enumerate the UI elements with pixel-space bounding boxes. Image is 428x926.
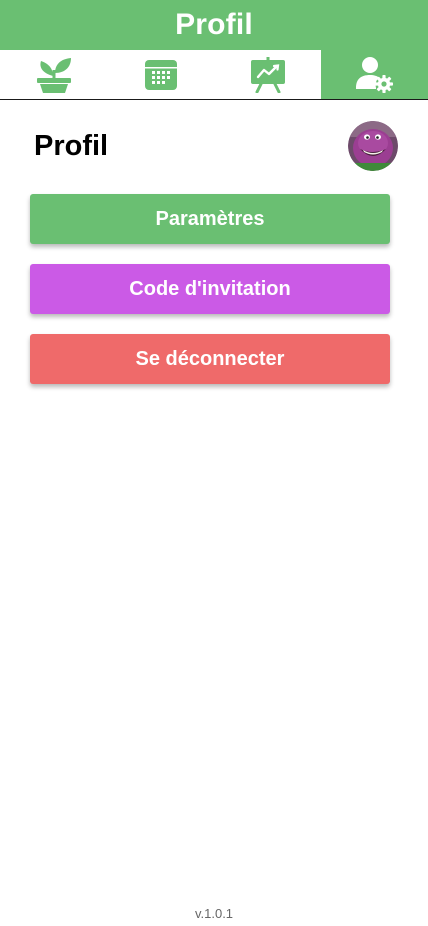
calendar-icon	[144, 59, 177, 90]
app-version: v.1.0.1	[194, 906, 234, 921]
logout-button[interactable]: Se déconnecter	[30, 334, 390, 384]
invite-code-button[interactable]: Code d'invitation	[30, 264, 390, 314]
tab-stats[interactable]	[214, 50, 321, 99]
user-settings-icon	[355, 56, 393, 93]
app-header: Profil	[0, 0, 428, 50]
tab-bar	[0, 50, 428, 100]
tab-calendar[interactable]	[107, 50, 214, 99]
tab-profile[interactable]	[321, 50, 428, 99]
profile-row: Profil	[34, 120, 398, 172]
header-title: Profil	[175, 8, 253, 41]
page-title: Profil	[34, 129, 109, 162]
settings-button[interactable]: Paramètres	[30, 194, 390, 244]
tab-plant[interactable]	[0, 50, 107, 99]
presentation-chart-icon	[250, 56, 285, 93]
potted-plant-icon	[36, 57, 71, 93]
avatar[interactable]	[348, 121, 398, 171]
